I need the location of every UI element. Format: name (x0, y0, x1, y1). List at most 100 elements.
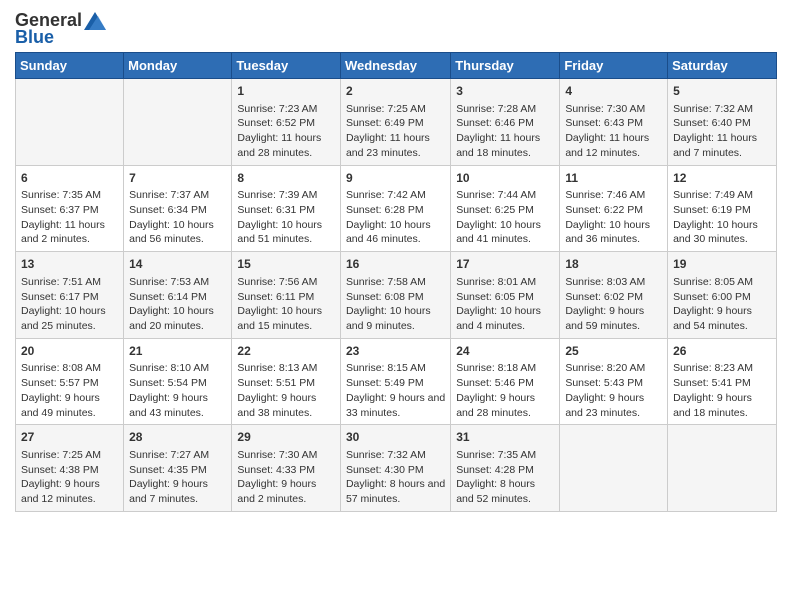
day-info: Daylight: 9 hours and 12 minutes. (21, 477, 118, 506)
day-info: Sunrise: 7:30 AM (237, 448, 335, 463)
day-info: Sunrise: 7:32 AM (673, 102, 771, 117)
calendar-cell: 14Sunrise: 7:53 AMSunset: 6:14 PMDayligh… (124, 252, 232, 339)
day-info: Sunset: 5:54 PM (129, 376, 226, 391)
day-info: Daylight: 10 hours and 36 minutes. (565, 218, 662, 247)
calendar-cell: 18Sunrise: 8:03 AMSunset: 6:02 PMDayligh… (560, 252, 668, 339)
day-info: Sunset: 6:40 PM (673, 116, 771, 131)
calendar-table: SundayMondayTuesdayWednesdayThursdayFrid… (15, 52, 777, 512)
calendar-cell: 5 Sunrise: 7:32 AMSunset: 6:40 PMDaylight… (668, 79, 777, 166)
day-info: Daylight: 8 hours and 52 minutes. (456, 477, 554, 506)
day-info: Sunrise: 7:53 AM (129, 275, 226, 290)
calendar-cell: 8Sunrise: 7:39 AMSunset: 6:31 PMDaylight… (232, 165, 341, 252)
calendar-cell: 27Sunrise: 7:25 AMSunset: 4:38 PMDayligh… (16, 425, 124, 512)
day-number: 9 (346, 170, 445, 187)
day-number: 15 (237, 256, 335, 273)
calendar-cell: 12Sunrise: 7:49 AMSunset: 6:19 PMDayligh… (668, 165, 777, 252)
day-number: 10 (456, 170, 554, 187)
day-info: Sunrise: 8:13 AM (237, 361, 335, 376)
day-info: Daylight: 9 hours and 54 minutes. (673, 304, 771, 333)
calendar-cell: 22Sunrise: 8:13 AMSunset: 5:51 PMDayligh… (232, 338, 341, 425)
day-info: Sunset: 6:34 PM (129, 203, 226, 218)
day-info: Daylight: 10 hours and 20 minutes. (129, 304, 226, 333)
day-info: Daylight: 9 hours and 43 minutes. (129, 391, 226, 420)
calendar-cell: 3 Sunrise: 7:28 AMSunset: 6:46 PMDaylight… (451, 79, 560, 166)
calendar-cell: 13Sunrise: 7:51 AMSunset: 6:17 PMDayligh… (16, 252, 124, 339)
weekday-header-tuesday: Tuesday (232, 53, 341, 79)
day-number: 5 (673, 83, 771, 100)
day-info: Daylight: 9 hours and 38 minutes. (237, 391, 335, 420)
day-info: Daylight: 11 hours and 23 minutes. (346, 131, 445, 160)
calendar-cell (16, 79, 124, 166)
day-info: Sunset: 6:49 PM (346, 116, 445, 131)
day-info: Sunrise: 7:35 AM (21, 188, 118, 203)
day-number: 22 (237, 343, 335, 360)
day-info: Daylight: 9 hours and 28 minutes. (456, 391, 554, 420)
day-info: Daylight: 10 hours and 46 minutes. (346, 218, 445, 247)
calendar-cell: 25Sunrise: 8:20 AMSunset: 5:43 PMDayligh… (560, 338, 668, 425)
day-info: Sunset: 6:02 PM (565, 290, 662, 305)
day-info: Daylight: 9 hours and 33 minutes. (346, 391, 445, 420)
calendar-cell: 31Sunrise: 7:35 AMSunset: 4:28 PMDayligh… (451, 425, 560, 512)
day-info: Daylight: 11 hours and 7 minutes. (673, 131, 771, 160)
day-info: Sunrise: 7:25 AM (346, 102, 445, 117)
day-number: 4 (565, 83, 662, 100)
calendar-cell: 6Sunrise: 7:35 AMSunset: 6:37 PMDaylight… (16, 165, 124, 252)
day-info: Sunset: 4:33 PM (237, 463, 335, 478)
day-info: Daylight: 11 hours and 18 minutes. (456, 131, 554, 160)
calendar-cell (668, 425, 777, 512)
day-info: Sunset: 6:46 PM (456, 116, 554, 131)
calendar-cell: 15Sunrise: 7:56 AMSunset: 6:11 PMDayligh… (232, 252, 341, 339)
calendar-cell: 7Sunrise: 7:37 AMSunset: 6:34 PMDaylight… (124, 165, 232, 252)
day-info: Sunset: 6:00 PM (673, 290, 771, 305)
day-info: Sunrise: 7:28 AM (456, 102, 554, 117)
day-info: Sunset: 6:52 PM (237, 116, 335, 131)
day-number: 27 (21, 429, 118, 446)
day-number: 28 (129, 429, 226, 446)
day-info: Daylight: 9 hours and 2 minutes. (237, 477, 335, 506)
day-info: Daylight: 9 hours and 49 minutes. (21, 391, 118, 420)
day-number: 24 (456, 343, 554, 360)
day-info: Daylight: 9 hours and 59 minutes. (565, 304, 662, 333)
day-info: Sunrise: 7:27 AM (129, 448, 226, 463)
day-info: Sunset: 5:43 PM (565, 376, 662, 391)
logo: General Blue (15, 10, 106, 48)
day-info: Sunset: 4:30 PM (346, 463, 445, 478)
day-number: 2 (346, 83, 445, 100)
calendar-cell: 10Sunrise: 7:44 AMSunset: 6:25 PMDayligh… (451, 165, 560, 252)
day-number: 1 (237, 83, 335, 100)
day-info: Sunrise: 8:03 AM (565, 275, 662, 290)
day-number: 13 (21, 256, 118, 273)
day-info: Daylight: 8 hours and 57 minutes. (346, 477, 445, 506)
day-info: Sunrise: 7:25 AM (21, 448, 118, 463)
calendar-cell: 28Sunrise: 7:27 AMSunset: 4:35 PMDayligh… (124, 425, 232, 512)
calendar-cell: 19Sunrise: 8:05 AMSunset: 6:00 PMDayligh… (668, 252, 777, 339)
logo-blue: Blue (15, 27, 54, 48)
day-info: Sunrise: 7:23 AM (237, 102, 335, 117)
day-info: Sunset: 6:22 PM (565, 203, 662, 218)
day-info: Sunset: 5:51 PM (237, 376, 335, 391)
day-info: Daylight: 10 hours and 41 minutes. (456, 218, 554, 247)
calendar-cell: 4Sunrise: 7:30 AMSunset: 6:43 PMDaylight… (560, 79, 668, 166)
day-info: Sunset: 6:37 PM (21, 203, 118, 218)
calendar-cell: 2 Sunrise: 7:25 AMSunset: 6:49 PMDaylight… (340, 79, 450, 166)
logo-icon (84, 12, 106, 30)
weekday-header-saturday: Saturday (668, 53, 777, 79)
calendar-cell: 9Sunrise: 7:42 AMSunset: 6:28 PMDaylight… (340, 165, 450, 252)
day-info: Sunrise: 8:08 AM (21, 361, 118, 376)
day-number: 3 (456, 83, 554, 100)
day-info: Sunrise: 7:30 AM (565, 102, 662, 117)
day-info: Sunrise: 7:56 AM (237, 275, 335, 290)
day-number: 29 (237, 429, 335, 446)
calendar-cell: 29 Sunrise: 7:30 AMSunset: 4:33 PMDayligh… (232, 425, 341, 512)
day-number: 19 (673, 256, 771, 273)
day-number: 20 (21, 343, 118, 360)
day-info: Daylight: 10 hours and 15 minutes. (237, 304, 335, 333)
day-info: Sunset: 6:19 PM (673, 203, 771, 218)
day-info: Sunrise: 7:58 AM (346, 275, 445, 290)
day-number: 8 (237, 170, 335, 187)
day-info: Sunset: 5:49 PM (346, 376, 445, 391)
day-info: Sunset: 6:43 PM (565, 116, 662, 131)
calendar-cell: 20Sunrise: 8:08 AMSunset: 5:57 PMDayligh… (16, 338, 124, 425)
calendar-cell: 21Sunrise: 8:10 AMSunset: 5:54 PMDayligh… (124, 338, 232, 425)
day-number: 21 (129, 343, 226, 360)
